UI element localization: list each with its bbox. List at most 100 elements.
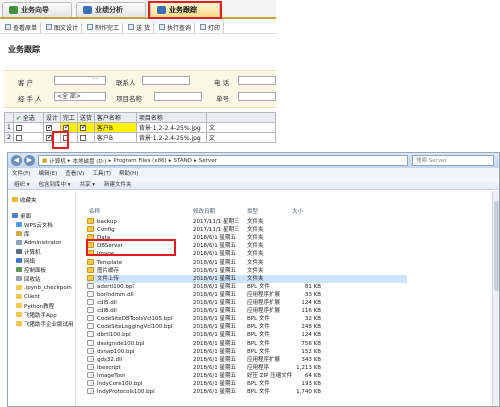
- done-cell[interactable]: [59, 132, 78, 143]
- row-checkbox[interactable]: [15, 134, 22, 141]
- share-button[interactable]: 共享 ▾: [80, 180, 96, 188]
- nav-item-control-panel[interactable]: 控制面板: [16, 265, 46, 274]
- select-cell[interactable]: [12, 122, 44, 133]
- nav-item-wps-cloud[interactable]: WPS云文档: [16, 220, 53, 229]
- menu-view[interactable]: 查看(V): [65, 169, 84, 177]
- file-row[interactable]: designide100.bpl 2018/6/1 星期五 BPL 文件 756 KB: [87, 339, 407, 348]
- nav-item-computer[interactable]: 计算机: [16, 247, 41, 256]
- deliver-cell[interactable]: [76, 122, 95, 133]
- contact-input[interactable]: [142, 76, 190, 85]
- file-row[interactable]: ImageTool 2018/6/1 星期五 好压 ZIP 压缩文件 64 KB: [87, 371, 407, 380]
- file-row[interactable]: Image 2018/6/1 星期五 文件夹: [87, 250, 407, 258]
- done-cell[interactable]: [59, 122, 78, 133]
- design-checkbox[interactable]: [45, 134, 53, 141]
- select-cell[interactable]: [12, 132, 44, 143]
- file-row[interactable]: gds32.dll 2018/6/1 星期五 应用程序扩展 343 KB: [87, 355, 407, 364]
- menu-edit[interactable]: 编辑(E): [38, 169, 57, 177]
- tab-business-tracking[interactable]: 业务跟踪: [150, 2, 220, 17]
- nav-item-feizhu-app[interactable]: 飞猪助手App: [16, 310, 57, 319]
- nav-item-libraries[interactable]: 库: [16, 229, 30, 238]
- file-row[interactable]: dsnap100.bpl 2018/6/1 星期五 BPL 文件 152 KB: [87, 347, 407, 356]
- nav-item-client[interactable]: Client: [16, 292, 40, 301]
- tab-performance-analysis[interactable]: 业绩分析: [76, 2, 146, 17]
- column-header-date[interactable]: 修改日期: [193, 207, 215, 215]
- tab-business-wizard[interactable]: 业务向导: [2, 2, 72, 17]
- nav-item-recycle-bin[interactable]: 回收站: [16, 274, 41, 283]
- scrollbar-thumb[interactable]: [494, 201, 499, 291]
- design-cell[interactable]: [42, 132, 61, 143]
- breadcrumb-item[interactable]: 本地磁盘 (D:): [72, 157, 106, 165]
- table-row[interactable]: 2 客户B 背景·1.2-2.4-25%.jpg 文: [4, 132, 277, 143]
- file-row[interactable]: Config 2017/11/1 星期三 文件夹: [87, 226, 407, 234]
- file-name: 图片缓存: [97, 267, 120, 274]
- file-type: BPL 文件: [247, 348, 270, 355]
- design-checkbox[interactable]: [45, 124, 53, 131]
- file-row[interactable]: CodeSiteLoggingVcl100.bpl 2018/6/1 星期五 BPL…: [87, 323, 407, 331]
- organize-button[interactable]: 组织 ▾: [14, 180, 30, 188]
- file-row[interactable]: Template 2018/6/1 星期五 文件夹: [87, 258, 407, 267]
- vertical-scrollbar[interactable]: [492, 191, 499, 406]
- nav-item-favorites[interactable]: 收藏夹: [12, 195, 37, 204]
- deliver-checkbox[interactable]: [79, 124, 87, 131]
- nav-item-desktop[interactable]: 桌面: [12, 211, 31, 220]
- file-row[interactable]: adortl100.bpl 2018/6/1 星期五 BPL 文件 81 KB: [87, 282, 407, 291]
- file-row[interactable]: Ibescript 2018/6/1 星期五 应用程序 1,213 KB: [87, 363, 407, 372]
- address-bar[interactable]: ■ 计算机 ▸ 本地磁盘 (D:) ▸ Program Files (x86) ▸ S…: [38, 155, 408, 166]
- deliver-checkbox[interactable]: [79, 134, 86, 141]
- file-row[interactable]: backup 2017/11/1 星期三 文件夹: [87, 218, 407, 226]
- breadcrumb-item[interactable]: Server: [199, 158, 217, 164]
- deliver-button[interactable]: 送 货: [125, 21, 154, 33]
- menu-file[interactable]: 文件(F): [12, 169, 30, 177]
- table-row[interactable]: 1 客户B 背景·1.2-2.4-25%.jpg 文: [4, 122, 277, 133]
- project-input[interactable]: [154, 92, 202, 101]
- file-row[interactable]: IndyProtocols100.bpl 2018/6/1 星期五 BPL 文件 1,…: [87, 388, 407, 396]
- menu-tools[interactable]: 工具(T): [92, 169, 111, 177]
- include-in-library-button[interactable]: 包含到库中 ▾: [39, 180, 71, 188]
- column-header-type[interactable]: 类型: [247, 207, 258, 215]
- forward-arrow-icon[interactable]: ▶: [24, 155, 35, 166]
- file-row[interactable]: IndyCore100.bpl 2018/6/1 星期五 BPL 文件 193 KB: [87, 380, 407, 388]
- done-checkbox[interactable]: [62, 124, 70, 131]
- breadcrumb-item[interactable]: 计算机: [49, 157, 66, 165]
- file-row[interactable]: dbrtl100.bpl 2018/6/1 星期五 BPL 文件 124 KB: [87, 331, 407, 339]
- search-input[interactable]: 搜索 Server: [412, 155, 494, 166]
- folder-icon: ■: [42, 157, 48, 164]
- back-arrow-icon[interactable]: ◀: [11, 155, 22, 166]
- done-checkbox[interactable]: [62, 134, 69, 141]
- breadcrumb-item[interactable]: Program Files (x86): [113, 158, 166, 164]
- order-input[interactable]: [238, 92, 276, 101]
- customer-input[interactable]: [54, 76, 106, 85]
- row-checkbox[interactable]: [15, 124, 22, 131]
- handler-select[interactable]: <全 部>: [54, 92, 106, 101]
- file-row[interactable]: cdl8.dll 2018/6/1 星期五 应用程序扩展 116 KB: [87, 307, 407, 315]
- nav-item-feizhu-enterprise[interactable]: 飞猪助手企业版试用: [16, 319, 74, 328]
- finish-button[interactable]: 制作完工: [84, 21, 124, 33]
- column-header-name[interactable]: 名称: [89, 207, 100, 215]
- view-order-button[interactable]: 查看原单: [2, 21, 42, 33]
- file-row[interactable]: 文件上传 2018/6/1 星期五 文件夹: [87, 274, 407, 283]
- print-button[interactable]: 打印: [197, 21, 224, 33]
- select-all-header[interactable]: ✔ 全选: [12, 112, 44, 123]
- file-row[interactable]: borlndmm.dll 2018/6/1 星期五 应用程序扩展 33 KB: [87, 290, 407, 299]
- file-row[interactable]: 图片缓存 2018/6/1 星期五 文件夹: [87, 266, 407, 275]
- file-type: 好压 ZIP 压缩文件: [247, 372, 293, 379]
- breadcrumb-item[interactable]: STAND: [173, 158, 192, 164]
- file-type: 应用程序: [247, 364, 270, 371]
- nav-item-network[interactable]: 网络: [16, 256, 35, 265]
- file-type: BPL 文件: [247, 283, 270, 290]
- deliver-cell[interactable]: [76, 132, 95, 143]
- new-folder-button[interactable]: 新建文件夹: [104, 180, 132, 188]
- menu-help[interactable]: 帮助(H): [119, 169, 138, 177]
- file-row[interactable]: CodeSiteDBToolsVcl105.bpl 2018/6/1 星期五 BPL…: [87, 315, 407, 323]
- file-row[interactable]: cdl5.dll 2018/6/1 星期五 应用程序扩展 124 KB: [87, 299, 407, 307]
- column-header-size[interactable]: 大小: [292, 207, 303, 215]
- nav-item-ipynb-checkpoints[interactable]: .ipynb_checkpoin: [16, 283, 72, 292]
- design-button[interactable]: 图文设计: [43, 21, 83, 33]
- nav-item-python-tutorial[interactable]: Python教程: [16, 301, 54, 310]
- file-row[interactable]: DBServer 2018/6/1 星期五 文件夹: [87, 242, 407, 250]
- file-row[interactable]: Data 2018/6/1 星期五 文件夹: [87, 234, 407, 242]
- query-button[interactable]: 执行查询: [156, 21, 195, 33]
- phone-input[interactable]: [238, 76, 276, 85]
- nav-item-administrator[interactable]: Administrator: [16, 238, 62, 247]
- design-cell[interactable]: [42, 122, 61, 133]
